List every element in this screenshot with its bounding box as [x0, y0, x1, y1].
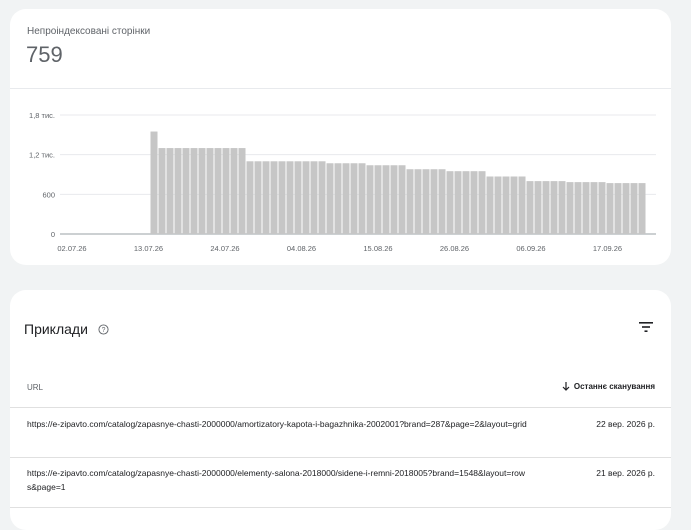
column-header-last-crawl[interactable]: Останнє сканування [562, 382, 655, 391]
chart-bar[interactable] [198, 148, 206, 234]
row-divider [10, 407, 671, 408]
x-tick-label: 02.07.26 [57, 244, 86, 253]
chart-bar[interactable] [150, 131, 158, 234]
chart-bar[interactable] [286, 161, 294, 234]
chart-bar[interactable] [406, 169, 414, 234]
chart-bar[interactable] [470, 171, 478, 234]
chart-bar[interactable] [246, 161, 254, 234]
chart-bar[interactable] [518, 176, 526, 234]
not-indexed-chart[interactable]: 0 600 1,2 тис. 1,8 тис. 02.07.26 13.07.26 24.0… [10, 101, 671, 261]
chart-bar[interactable] [542, 181, 550, 234]
chart-bar[interactable] [262, 161, 270, 234]
x-tick-label: 24.07.26 [210, 244, 239, 253]
y-tick-label: 1,2 тис. [29, 151, 55, 160]
chart-bar[interactable] [526, 181, 534, 234]
y-tick-label: 600 [42, 190, 55, 199]
chart-bar[interactable] [190, 148, 198, 234]
chart-bar[interactable] [334, 163, 342, 234]
metric-value: 759 [26, 42, 63, 67]
chart-bar[interactable] [462, 171, 470, 234]
chart-bar[interactable] [350, 163, 358, 234]
table-row-url[interactable]: https://e-zipavto.com/catalog/zapasnye-c… [27, 466, 527, 494]
chart-bar[interactable] [606, 183, 614, 234]
section-title: Приклади [24, 321, 88, 337]
column-header-last-crawl-label: Останнє сканування [573, 382, 655, 391]
y-tick-label: 1,8 тис. [29, 111, 55, 120]
x-tick-label: 04.08.26 [287, 244, 316, 253]
chart-bar[interactable] [310, 161, 318, 234]
chart-bar[interactable] [294, 161, 302, 234]
divider [10, 88, 671, 89]
examples-card: Приклади ? URL Останнє сканування https:… [10, 290, 671, 530]
chart-bar[interactable] [174, 148, 182, 234]
chart-bar[interactable] [446, 171, 454, 234]
chart-bar[interactable] [270, 161, 278, 234]
chart-bar[interactable] [622, 183, 630, 234]
chart-bar[interactable] [550, 181, 558, 234]
not-indexed-summary-card: Непроіндексовані сторінки 759 0 600 1,2 ти… [10, 9, 671, 265]
chart-bar[interactable] [318, 161, 326, 234]
chart-bar[interactable] [238, 148, 246, 234]
chart-bar[interactable] [438, 169, 446, 234]
chart-bar[interactable] [510, 176, 518, 234]
chart-bar[interactable] [454, 171, 462, 234]
chart-bar[interactable] [398, 165, 406, 234]
chart-bar[interactable] [590, 182, 598, 234]
chart-bar[interactable] [486, 176, 494, 234]
metric-label: Непроіндексовані сторінки [27, 26, 151, 37]
help-icon[interactable]: ? [98, 324, 109, 335]
chart-bar[interactable] [230, 148, 238, 234]
chart-bar[interactable] [326, 163, 334, 234]
x-tick-label: 06.09.26 [516, 244, 545, 253]
filter-icon[interactable] [639, 321, 653, 333]
chart-bar[interactable] [278, 161, 286, 234]
x-tick-label: 15.08.26 [363, 244, 392, 253]
chart-bar[interactable] [430, 169, 438, 234]
chart-bar[interactable] [390, 165, 398, 234]
chart-bar[interactable] [574, 182, 582, 234]
chart-bar[interactable] [534, 181, 542, 234]
x-tick-label: 13.07.26 [134, 244, 163, 253]
chart-bar[interactable] [582, 182, 590, 234]
chart-bar[interactable] [206, 148, 214, 234]
y-tick-label: 0 [51, 230, 55, 239]
chart-bar[interactable] [166, 148, 174, 234]
chart-bar[interactable] [638, 183, 646, 234]
table-row-date: 22 вер. 2026 р. [596, 419, 655, 429]
chart-bar[interactable] [182, 148, 190, 234]
chart-bar[interactable] [382, 165, 390, 234]
chart-bar[interactable] [614, 183, 622, 234]
chart-bar[interactable] [158, 148, 166, 234]
chart-bar[interactable] [558, 181, 566, 234]
chart-bar[interactable] [358, 163, 366, 234]
chart-bar[interactable] [302, 161, 310, 234]
chart-bar[interactable] [566, 182, 574, 234]
chart-bar[interactable] [630, 183, 638, 234]
table-row-url[interactable]: https://e-zipavto.com/catalog/zapasnye-c… [27, 417, 527, 431]
x-tick-label: 17.09.26 [593, 244, 622, 253]
x-tick-label: 26.08.26 [440, 244, 469, 253]
chart-bar[interactable] [414, 169, 422, 234]
column-header-url: URL [27, 383, 44, 392]
chart-bar[interactable] [214, 148, 222, 234]
arrow-down-icon [562, 382, 570, 391]
chart-bar[interactable] [502, 176, 510, 234]
chart-bar[interactable] [254, 161, 262, 234]
chart-bar[interactable] [598, 182, 606, 234]
chart-bar[interactable] [366, 165, 374, 234]
chart-bar[interactable] [422, 169, 430, 234]
row-divider [10, 457, 671, 458]
chart-bar[interactable] [494, 176, 502, 234]
svg-text:?: ? [102, 327, 106, 334]
chart-bar[interactable] [222, 148, 230, 234]
chart-bar[interactable] [478, 171, 486, 234]
chart-bar[interactable] [374, 165, 382, 234]
row-divider [10, 507, 671, 508]
table-row-date: 21 вер. 2026 р. [596, 468, 655, 478]
chart-bar[interactable] [342, 163, 350, 234]
